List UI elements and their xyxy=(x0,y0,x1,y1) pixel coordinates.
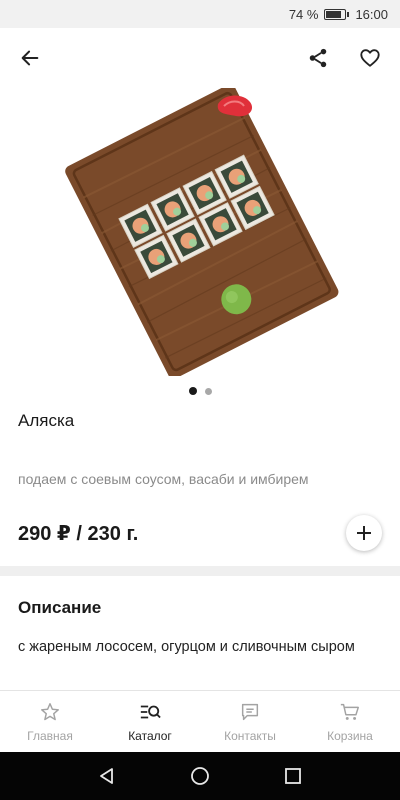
product-serving-note: подаем с соевым соусом, васаби и имбирем xyxy=(18,471,309,487)
nav-label-catalog: Каталог xyxy=(128,728,172,743)
battery-icon xyxy=(324,8,350,20)
recents-square-icon[interactable] xyxy=(283,766,303,786)
nav-item-cart[interactable]: Корзина xyxy=(300,691,400,752)
catalog-search-icon xyxy=(140,705,161,718)
description-title: Описание xyxy=(18,598,102,617)
nav-label-contacts: Контакты xyxy=(224,728,276,743)
favorite-button[interactable] xyxy=(354,42,386,74)
gallery-dot[interactable] xyxy=(204,387,212,395)
product-price: 290 ₽ / 230 г. xyxy=(18,522,139,545)
add-to-cart-button[interactable] xyxy=(346,515,382,551)
product-name: Аляска xyxy=(18,411,75,430)
nav-item-catalog[interactable]: Каталог xyxy=(100,691,200,752)
product-image-gallery[interactable] xyxy=(0,88,400,376)
heart-outline-icon xyxy=(360,49,380,67)
nav-label-home: Главная xyxy=(27,728,73,743)
nav-item-home[interactable]: Главная xyxy=(0,691,100,752)
chat-icon xyxy=(241,703,259,720)
status-time: 16:00 xyxy=(355,6,388,22)
plus-icon xyxy=(357,526,371,540)
gallery-dot-active[interactable] xyxy=(188,387,197,395)
description-section: Описание с жареным лососем, огурцом и сл… xyxy=(0,576,400,690)
nav-label-cart: Корзина xyxy=(327,728,373,743)
system-nav-bar xyxy=(0,752,400,800)
battery-percent: 74 % xyxy=(288,6,319,22)
back-button[interactable] xyxy=(14,42,46,74)
bottom-nav: Главная Каталог Контакты Корзина xyxy=(0,690,400,752)
app-bar xyxy=(0,28,400,88)
product-content: Аляска подаем с соевым соусом, васаби и … xyxy=(0,88,400,690)
home-circle-icon[interactable] xyxy=(190,766,210,786)
gallery-pagination xyxy=(0,376,400,406)
price-row: 290 ₽ / 230 г. xyxy=(0,500,400,566)
description-text: с жареным лососем, огурцом и сливочным с… xyxy=(18,639,355,655)
product-card: Аляска подаем с соевым соусом, васаби и … xyxy=(0,88,400,566)
star-icon xyxy=(41,702,59,720)
back-triangle-icon[interactable] xyxy=(97,766,117,786)
product-image xyxy=(65,88,339,376)
share-icon xyxy=(309,48,327,68)
arrow-left-icon xyxy=(21,50,39,66)
cart-icon xyxy=(340,703,359,720)
status-bar: 74 % 16:00 xyxy=(0,0,400,28)
share-button[interactable] xyxy=(302,42,334,74)
nav-item-contacts[interactable]: Контакты xyxy=(200,691,300,752)
